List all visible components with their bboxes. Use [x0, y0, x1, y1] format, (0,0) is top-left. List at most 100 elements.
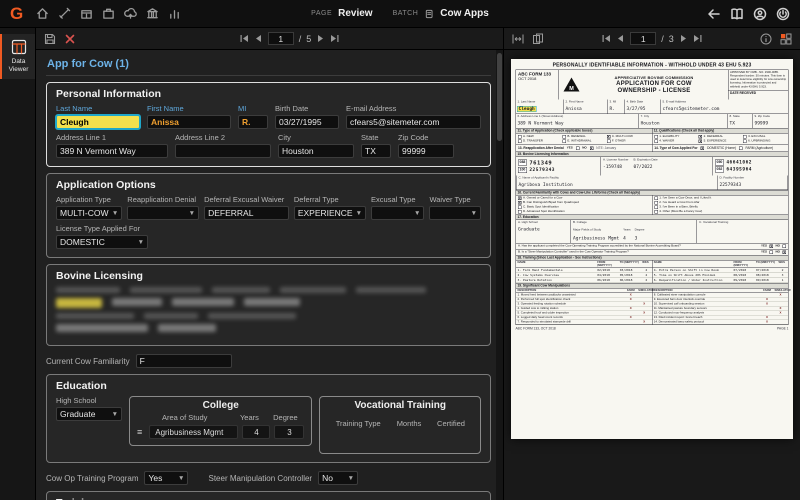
close-icon[interactable]	[64, 33, 76, 45]
next-page-icon[interactable]	[316, 34, 325, 43]
left-rail: Data Viewer	[0, 28, 36, 500]
excusal-type-select[interactable]: ▼	[371, 206, 425, 220]
doc-q2-yes-box	[769, 250, 773, 254]
power-icon[interactable]	[776, 7, 790, 21]
doc-sec12-items: 1. ELIGIBILITY X 2. DEFERRAL 3. EXCUSAL 4. W…	[652, 133, 788, 144]
doc-facility-name: Agribova Institution	[518, 182, 573, 188]
vocational-type-header: Training Type	[335, 419, 381, 428]
rail-item-data-viewer[interactable]: Data Viewer	[0, 34, 35, 80]
deferral-type-label: Deferral Type	[293, 195, 339, 204]
doc-question-2: B. Is a "Steer Manipulation Controller" …	[518, 250, 629, 254]
state-label: State	[361, 133, 379, 142]
document-content: PERSONALLY IDENTIFIABLE INFORMATION - WI…	[511, 59, 793, 439]
scrollbar-thumb[interactable]	[497, 53, 502, 141]
doc-checkbox-item: X B. Can Distinguish Biped from Quadruped	[518, 200, 579, 205]
first-name-input[interactable]	[147, 115, 231, 129]
fit-width-icon[interactable]	[512, 33, 524, 45]
address1-input[interactable]	[56, 144, 168, 158]
deferral-type-select[interactable]: EXPERIENCE ▼	[293, 206, 367, 220]
drag-handle-icon[interactable]: ≡	[137, 427, 142, 437]
college-degree-value[interactable]: 3	[274, 425, 305, 439]
bar-chart-icon[interactable]	[168, 7, 181, 20]
back-arrow-icon[interactable]	[707, 7, 721, 21]
doc-education-section: 17. Education A. High School Graduate B. …	[515, 214, 789, 256]
email-input[interactable]	[346, 115, 481, 129]
familiarity-input[interactable]	[135, 354, 232, 368]
info-icon[interactable]	[760, 33, 772, 45]
state-input[interactable]	[361, 144, 391, 158]
archive-icon[interactable]	[80, 7, 93, 20]
doc-checkbox-item: A. NEW	[518, 134, 561, 139]
last-page-icon[interactable]	[330, 34, 339, 43]
doc-license-number: 761349	[529, 159, 553, 166]
reapplication-denial-select[interactable]: ▼	[127, 206, 200, 220]
doc-fields-row-2: 6. Address Line 1 (Street Address) 389 N …	[515, 113, 789, 129]
cow-op-select[interactable]: Yes ▼	[144, 471, 189, 485]
pages-view-icon[interactable]	[532, 33, 544, 45]
college-area-value[interactable]: Agribusiness Mgmt	[149, 425, 239, 439]
form-scroll-area[interactable]: App for Cow (1) Personal Information Las…	[36, 50, 503, 500]
layout-grid-icon[interactable]	[780, 33, 792, 45]
high-school-label: High School	[56, 396, 97, 405]
document-panel: 1 / 3 PERSONALLY IDENTIFIABLE INFORMATIO…	[503, 28, 800, 500]
form-scrollbar[interactable]	[496, 50, 503, 500]
doc-first-page-icon[interactable]	[602, 34, 611, 43]
doc-checkbox-item: D. Advanced Spot Identification	[518, 209, 650, 214]
save-icon[interactable]	[44, 33, 56, 45]
doc-sec14-opt1-box: X	[700, 146, 705, 151]
waiver-type-select[interactable]: ▼	[429, 206, 482, 220]
vocational-title: Vocational Training	[354, 400, 446, 411]
batch-icon	[424, 9, 434, 19]
address1-label: Address Line 1	[56, 133, 107, 142]
document-toolbar: 1 / 3	[504, 28, 800, 50]
zip-input[interactable]	[398, 144, 454, 158]
briefcase-icon[interactable]	[102, 7, 115, 20]
deferral-excusal-waiver-input[interactable]	[204, 206, 289, 220]
city-input[interactable]	[278, 144, 354, 158]
doc-checkbox-item: B. RENEWAL	[562, 134, 605, 139]
birth-date-label: Birth Date	[275, 104, 309, 113]
license-type-select[interactable]: DOMESTIC ▼	[56, 235, 148, 249]
doc-manip-right-rows: 8. Calibrated steer manipulation console…	[652, 293, 788, 325]
tools-icon[interactable]	[58, 7, 71, 20]
doc-manipulation-row: 14. Demonstrated lasso safety protocol X	[652, 320, 788, 325]
birth-date-input[interactable]	[275, 115, 339, 129]
doc-date-received: DATE RECEIVED	[730, 91, 757, 95]
doc-sec14-opt2-box	[738, 146, 743, 150]
bank-icon[interactable]	[146, 7, 159, 20]
prev-page-icon[interactable]	[254, 34, 263, 43]
doc-training-right-rows: 4. Extra Person on Shift in Cow Room 07/2…	[652, 268, 788, 284]
doc-q1-yes-box: X	[769, 244, 773, 249]
application-type-select[interactable]: MULTI-COW ▼	[56, 206, 123, 220]
cloud-upload-icon[interactable]	[124, 7, 138, 20]
college-years-value[interactable]: 4	[242, 425, 271, 439]
document-viewport[interactable]: PERSONALLY IDENTIFIABLE INFORMATION - WI…	[504, 50, 800, 500]
mi-input[interactable]	[238, 115, 268, 129]
section-training: Training Name From To Weeks ≡ 1 - Farm H…	[46, 491, 491, 500]
scanned-document-page[interactable]: PERSONALLY IDENTIFIABLE INFORMATION - WI…	[511, 59, 793, 439]
college-row[interactable]: ≡ Agribusiness Mgmt 4 3	[137, 425, 305, 439]
home-icon[interactable]	[36, 7, 49, 20]
doc-last-page-icon[interactable]	[693, 34, 702, 43]
rail-item-label: Data Viewer	[8, 58, 29, 74]
deferral-excusal-waiver-label: Deferral Excusal Waiver	[204, 195, 285, 204]
form-page-input[interactable]: 1	[267, 32, 294, 45]
college-degree-header: Degree	[273, 413, 298, 422]
high-school-select[interactable]: Graduate ▼	[56, 407, 122, 421]
address2-input[interactable]	[175, 144, 271, 158]
doc-next-page-icon[interactable]	[679, 34, 688, 43]
doc-checkbox-item: 4. WAIVER	[654, 139, 697, 143]
doc-checkbox-item: D. TRANSFER	[518, 139, 561, 143]
doc-sec13-title: 13. Reapplication After Denial	[518, 146, 564, 150]
section-personal-information: Personal Information Last Name First Nam…	[46, 82, 491, 167]
vocational-certified-header: Certified	[437, 419, 465, 428]
doc-page-input[interactable]: 1	[630, 32, 657, 45]
doc-prev-page-icon[interactable]	[616, 34, 625, 43]
steer-select[interactable]: No ▼	[318, 471, 359, 485]
last-name-input[interactable]	[56, 115, 140, 129]
doc-training-section: 18. Training (Since Last Application - S…	[515, 255, 789, 284]
book-icon[interactable]	[730, 7, 744, 21]
user-account-icon[interactable]	[753, 7, 767, 21]
first-page-icon[interactable]	[240, 34, 249, 43]
section-title: Application Options	[56, 179, 156, 191]
